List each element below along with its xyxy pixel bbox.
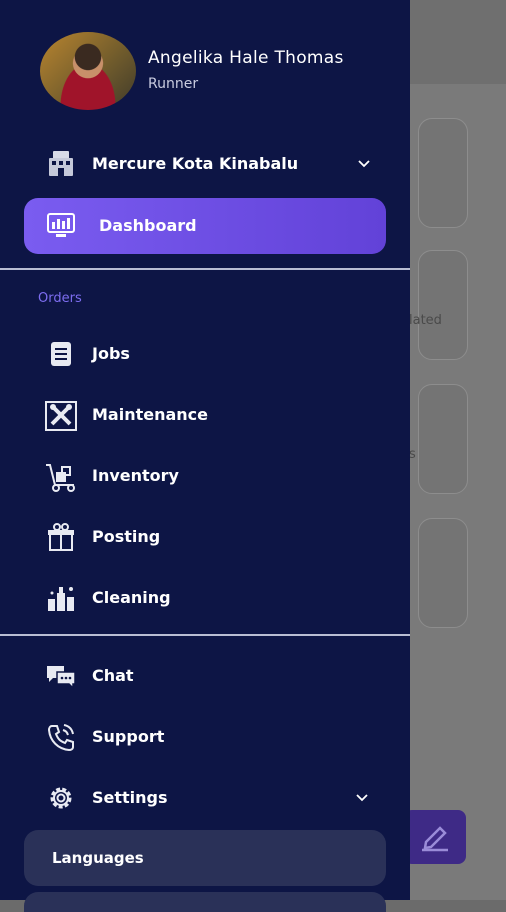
chevron-down-icon bbox=[358, 160, 370, 168]
background-card: s bbox=[409, 384, 468, 494]
nav-item-label: Jobs bbox=[92, 344, 130, 363]
nav-item-label: Support bbox=[92, 727, 165, 746]
property-label: Mercure Kota Kinabalu bbox=[92, 154, 299, 173]
cleaning-supplies-icon bbox=[48, 587, 74, 611]
pencil-icon bbox=[422, 826, 448, 852]
nav-item-chat[interactable]: Chat bbox=[44, 655, 384, 695]
nav-item-jobs[interactable]: Jobs bbox=[44, 333, 384, 373]
background-card bbox=[418, 518, 468, 628]
nav-item-posting[interactable]: Posting bbox=[44, 516, 384, 556]
avatar bbox=[40, 32, 136, 110]
property-selector[interactable]: Mercure Kota Kinabalu bbox=[46, 148, 386, 182]
profile-role: Runner bbox=[148, 76, 199, 92]
nav-item-dashboard[interactable]: Dashboard bbox=[24, 198, 386, 254]
profile-header[interactable]: Angelika Hale Thomas Runner bbox=[40, 32, 400, 112]
nav-item-cleaning[interactable]: Cleaning bbox=[44, 577, 384, 617]
nav-item-inventory[interactable]: Inventory bbox=[44, 455, 384, 495]
nav-item-label: Dashboard bbox=[99, 216, 197, 235]
gear-icon bbox=[50, 787, 72, 809]
background-card bbox=[418, 118, 468, 228]
hand-truck-icon bbox=[46, 464, 75, 492]
nav-item-label: Settings bbox=[92, 788, 168, 807]
nav-item-label: Chat bbox=[92, 666, 134, 685]
nav-item-label: Cleaning bbox=[92, 588, 171, 607]
nav-item-label: Maintenance bbox=[92, 405, 209, 424]
navigation-drawer: Angelika Hale Thomas Runner Mercure Kota… bbox=[0, 0, 410, 912]
subitem-label: Languages bbox=[52, 849, 144, 867]
tools-icon bbox=[45, 401, 77, 431]
chat-bubbles-icon bbox=[47, 666, 76, 690]
section-heading-orders: Orders bbox=[38, 291, 82, 306]
hotel-building-icon bbox=[49, 151, 73, 176]
gift-box-icon bbox=[48, 523, 74, 551]
nav-item-settings[interactable]: Settings bbox=[44, 777, 384, 817]
nav-item-maintenance[interactable]: Maintenance bbox=[44, 394, 384, 434]
divider bbox=[0, 634, 410, 636]
document-list-icon bbox=[51, 342, 71, 366]
nav-item-label: Inventory bbox=[92, 466, 179, 485]
profile-name: Angelika Hale Thomas bbox=[148, 48, 344, 68]
chevron-down-icon bbox=[356, 794, 368, 802]
divider bbox=[0, 268, 410, 270]
background-card: lated bbox=[409, 250, 468, 360]
edit-fab-button[interactable] bbox=[404, 810, 466, 864]
settings-subitem-languages[interactable]: Languages bbox=[24, 830, 386, 886]
nav-item-label: Posting bbox=[92, 527, 161, 546]
dashboard-monitor-icon bbox=[47, 213, 75, 237]
phone-call-icon bbox=[47, 724, 74, 752]
settings-subitem-next[interactable] bbox=[24, 892, 386, 912]
nav-item-support[interactable]: Support bbox=[44, 716, 384, 756]
